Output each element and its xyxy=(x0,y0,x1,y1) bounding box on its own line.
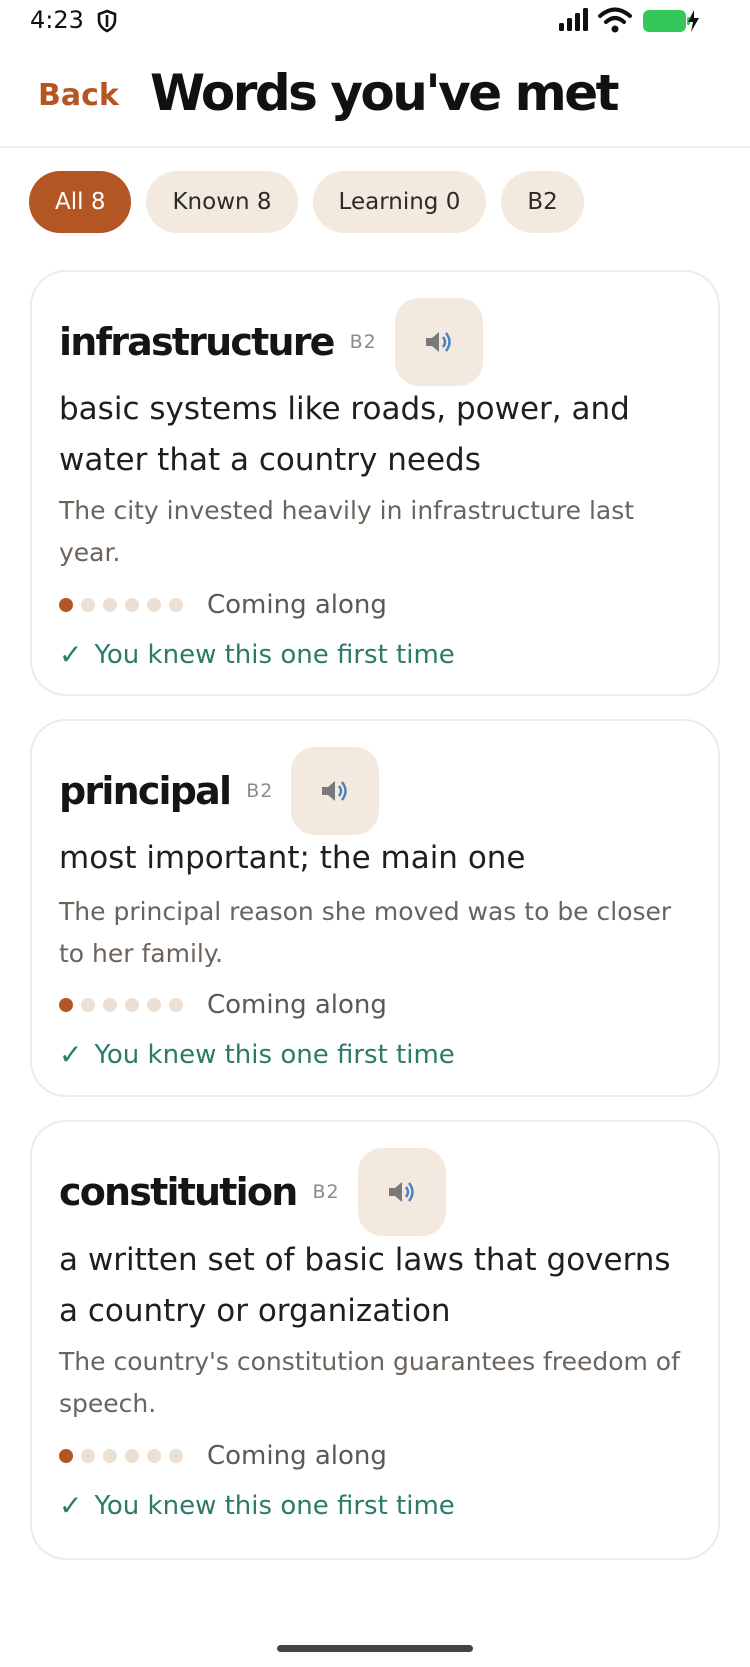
word-title: constitution xyxy=(59,1170,298,1214)
word-definition: most important; the main one xyxy=(59,840,526,876)
word-example: The city invested heavily in infrastruct… xyxy=(59,496,635,567)
progress-dot xyxy=(103,998,117,1012)
progress-dot xyxy=(147,598,161,612)
battery-charging-icon xyxy=(643,10,699,32)
progress-dot xyxy=(169,998,183,1012)
progress-dot xyxy=(169,1449,183,1463)
progress-dot xyxy=(103,1449,117,1463)
knew-status: ✓ You knew this one first time xyxy=(59,1038,455,1071)
filter-chip-learning[interactable]: Learning 0 xyxy=(312,171,487,233)
word-row: constitution B2 xyxy=(59,1148,446,1236)
word-row: infrastructure B2 xyxy=(59,298,483,386)
progress-dot xyxy=(169,598,183,612)
level-badge: B2 xyxy=(349,331,377,353)
word-card[interactable]: constitution B2 a written set of basic l… xyxy=(30,1120,720,1560)
word-definition: basic systems like roads, power, and wat… xyxy=(59,391,630,478)
knew-label: You knew this one first time xyxy=(94,1039,455,1070)
word-title: principal xyxy=(59,769,232,813)
progress-label: Coming along xyxy=(207,590,387,620)
knew-status: ✓ You knew this one first time xyxy=(59,1489,455,1522)
check-icon: ✓ xyxy=(59,1489,83,1522)
header: Back Words you've met xyxy=(0,48,750,148)
progress-dot xyxy=(59,998,73,1012)
pronounce-button[interactable] xyxy=(394,298,483,386)
progress-dot xyxy=(125,1449,139,1463)
knew-label: You knew this one first time xyxy=(94,639,455,670)
wifi-icon xyxy=(598,7,632,33)
progress-dot xyxy=(103,598,117,612)
word-title: infrastructure xyxy=(59,320,335,364)
progress-dot xyxy=(81,998,95,1012)
progress-dot xyxy=(125,998,139,1012)
status-bar: 4:23 xyxy=(0,0,750,44)
filter-chip-all[interactable]: All 8 xyxy=(29,171,132,233)
pronounce-button[interactable] xyxy=(357,1148,446,1236)
filter-chips: All 8 Known 8 Learning 0 B2 xyxy=(29,171,584,233)
check-icon: ✓ xyxy=(59,638,83,671)
word-card[interactable]: infrastructure B2 basic systems like roa… xyxy=(30,270,720,696)
progress-label: Coming along xyxy=(207,1441,387,1471)
progress-dot xyxy=(147,1449,161,1463)
cellular-signal-icon xyxy=(559,8,588,31)
progress-dot xyxy=(81,1449,95,1463)
progress-dot xyxy=(147,998,161,1012)
progress-meter: Coming along xyxy=(59,990,387,1020)
level-badge: B2 xyxy=(246,780,274,802)
progress-meter: Coming along xyxy=(59,590,387,620)
progress-dot xyxy=(59,1449,73,1463)
progress-dot xyxy=(81,598,95,612)
progress-label: Coming along xyxy=(207,990,387,1020)
progress-dot xyxy=(59,598,73,612)
word-example: The principal reason she moved was to be… xyxy=(59,897,672,968)
knew-status: ✓ You knew this one first time xyxy=(59,638,455,671)
word-row: principal B2 xyxy=(59,747,380,835)
pronounce-button[interactable] xyxy=(291,747,380,835)
word-example: The country's constitution guarantees fr… xyxy=(59,1347,680,1418)
speaker-icon xyxy=(322,781,348,801)
status-time: 4:23 xyxy=(30,6,84,34)
filter-chip-known[interactable]: Known 8 xyxy=(146,171,298,233)
knew-label: You knew this one first time xyxy=(94,1490,455,1521)
home-indicator[interactable] xyxy=(277,1645,473,1652)
level-badge: B2 xyxy=(312,1181,340,1203)
shield-icon xyxy=(97,9,117,33)
speaker-icon xyxy=(425,332,451,352)
back-button[interactable]: Back xyxy=(38,78,119,113)
word-definition: a written set of basic laws that governs… xyxy=(59,1242,671,1329)
check-icon: ✓ xyxy=(59,1038,83,1071)
progress-dot xyxy=(125,598,139,612)
progress-meter: Coming along xyxy=(59,1441,387,1471)
word-card[interactable]: principal B2 most important; the main on… xyxy=(30,719,720,1097)
speaker-icon xyxy=(388,1182,414,1202)
page-title: Words you've met xyxy=(150,64,620,122)
filter-chip-level[interactable]: B2 xyxy=(501,171,584,233)
